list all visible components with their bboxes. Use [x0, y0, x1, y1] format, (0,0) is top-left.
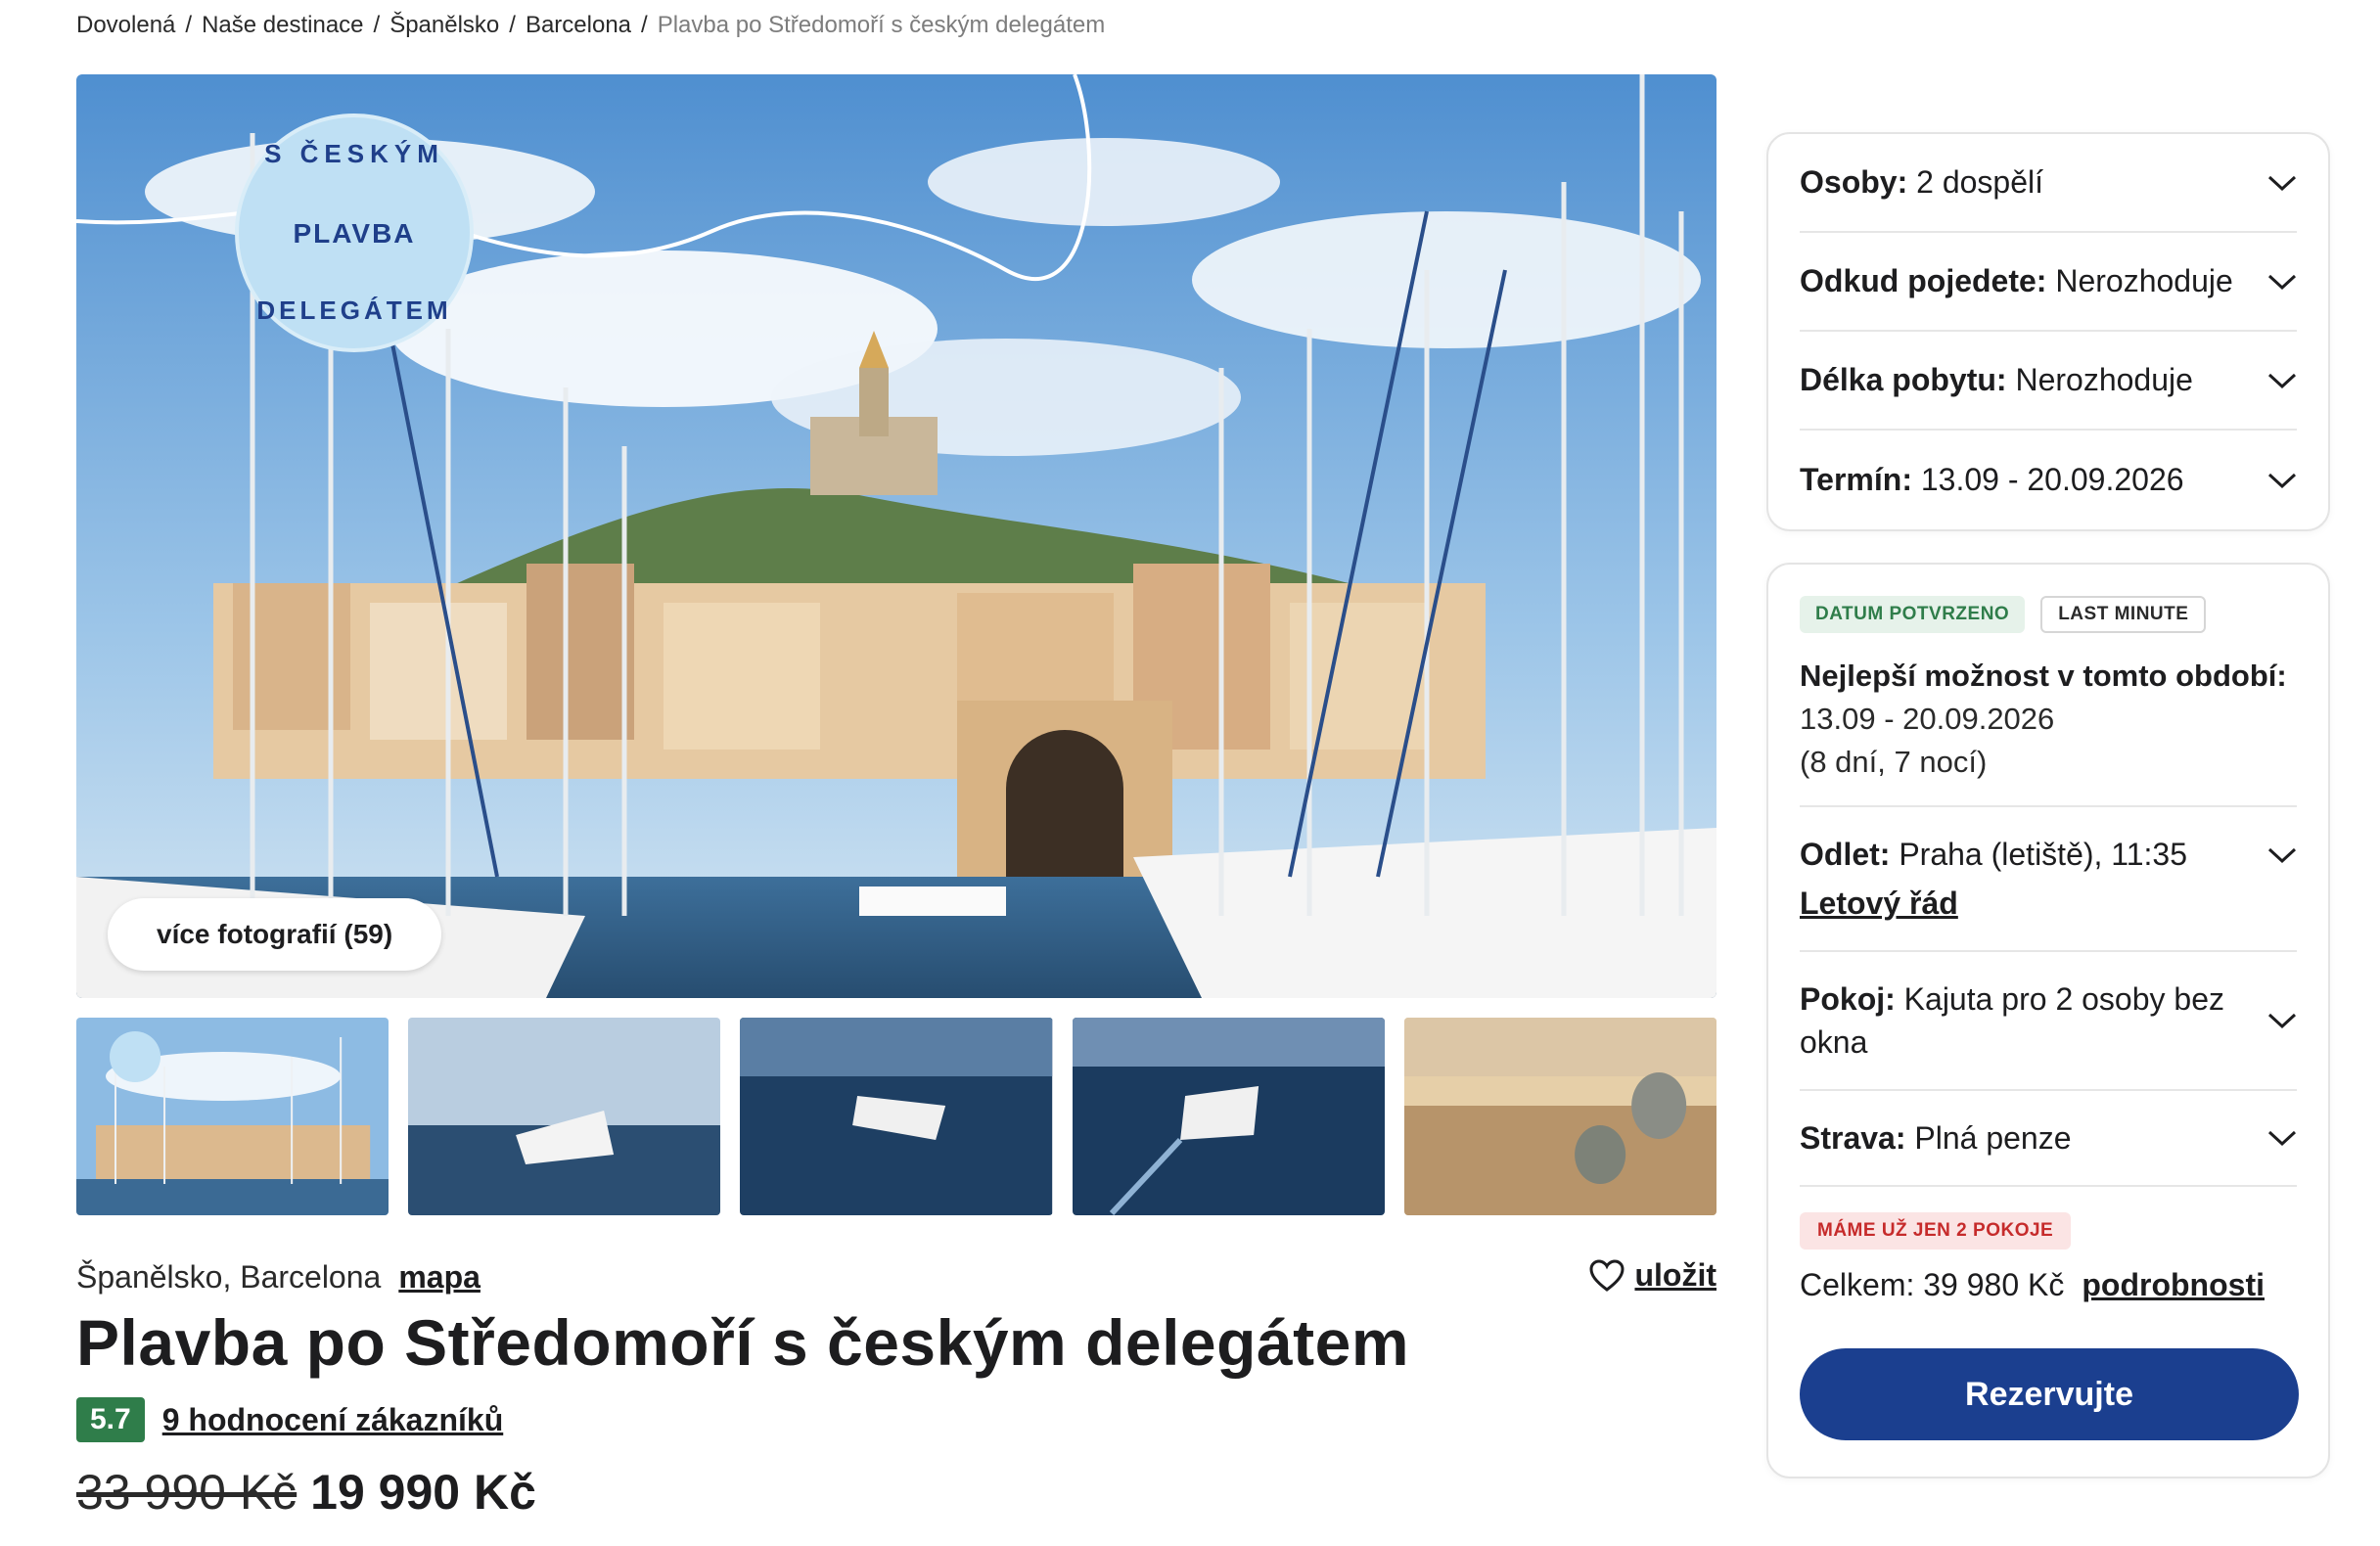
breadcrumb-separator: /	[509, 12, 516, 38]
location-text: Španělsko, Barcelona	[76, 1258, 382, 1295]
stay-length-select[interactable]: Délka pobytu: Nerozhoduje	[1800, 332, 2297, 431]
chevron-down-icon	[2267, 1013, 2297, 1029]
breadcrumb-item[interactable]: Naše destinace	[202, 12, 363, 39]
breadcrumb-separator: /	[641, 12, 648, 38]
date-select[interactable]: Termín: 13.09 - 20.09.2026	[1800, 431, 2297, 529]
chevron-down-icon	[2267, 274, 2297, 290]
price-details-link[interactable]: podrobnosti	[2082, 1267, 2265, 1303]
date-confirmed-tag: DATUM POTVRZENO	[1800, 596, 2026, 633]
persons-value: 2 dospělí	[1916, 164, 2043, 200]
reserve-button[interactable]: Rezervujte	[1800, 1348, 2299, 1440]
best-option-duration: (8 dní, 7 nocí)	[1800, 745, 1988, 779]
date-label: Termín:	[1800, 462, 1912, 497]
new-price: 19 990 Kč	[310, 1465, 536, 1520]
last-minute-tag: LAST MINUTE	[2040, 596, 2207, 633]
thumbnail[interactable]	[1072, 1018, 1385, 1215]
best-option-dates: 13.09 - 20.09.2026	[1800, 702, 2055, 736]
rating-badge: 5.7	[76, 1397, 145, 1442]
thumbnail[interactable]	[76, 1018, 389, 1215]
stay-length-label: Délka pobytu:	[1800, 362, 2007, 397]
meal-select[interactable]: Strava: Plná penze	[1800, 1091, 2297, 1187]
offer-card: DATUM POTVRZENO LAST MINUTE Nejlepší mož…	[1766, 563, 2330, 1478]
chevron-down-icon	[2267, 847, 2297, 864]
page-title: Plavba po Středomoří s českým delegátem	[76, 1306, 1410, 1379]
departure-city-label: Odkud pojedete:	[1800, 263, 2047, 298]
trip-options-card: Osoby: 2 dospělí Odkud pojedete: Nerozho…	[1766, 132, 2330, 531]
thumbnail[interactable]	[408, 1018, 721, 1215]
cruise-ship-thumbnail-image	[1072, 1018, 1385, 1215]
date-value: 13.09 - 20.09.2026	[1920, 462, 2184, 497]
cruise-ship-thumbnail-image	[740, 1018, 1053, 1215]
harbor-photo: S ČESKÝM PLAVBA DELEGÁTEM	[76, 74, 1716, 998]
heart-icon	[1589, 1258, 1625, 1292]
persons-select[interactable]: Osoby: 2 dospělí	[1800, 134, 2297, 233]
availability-warning: MÁME UŽ JEN 2 POKOJE	[1800, 1212, 2072, 1250]
stay-length-value: Nerozhoduje	[2015, 362, 2193, 397]
persons-label: Osoby:	[1800, 164, 1908, 200]
chevron-down-icon	[2267, 373, 2297, 388]
thumbnail-strip	[76, 1018, 1717, 1215]
flight-select[interactable]: Odlet: Praha (letiště), 11:35 Letový řád	[1800, 807, 2297, 952]
breadcrumb-item[interactable]: Dovolená	[76, 12, 175, 39]
breadcrumb: Dovolená / Naše destinace / Španělsko / …	[76, 12, 1105, 39]
chevron-down-icon	[2267, 1130, 2297, 1147]
breadcrumb-item[interactable]: Španělsko	[389, 12, 499, 39]
offer-tags: DATUM POTVRZENO LAST MINUTE	[1800, 596, 2297, 633]
meal-label: Strava:	[1800, 1120, 1906, 1156]
main-photo[interactable]: S ČESKÝM PLAVBA DELEGÁTEM	[76, 74, 1716, 998]
departure-city-value: Nerozhoduje	[2055, 263, 2233, 298]
reviews-link[interactable]: 9 hodnocení zákazníků	[162, 1402, 504, 1438]
save-button[interactable]: uložit	[1589, 1257, 1716, 1294]
breadcrumb-item[interactable]: Barcelona	[526, 12, 631, 39]
rome-thumbnail-image	[1403, 1018, 1717, 1215]
map-link[interactable]: mapa	[398, 1259, 481, 1296]
breadcrumb-separator: /	[185, 12, 193, 38]
badge-text-mid: PLAVBA	[293, 218, 415, 249]
room-select[interactable]: Pokoj: Kajuta pro 2 osoby bez okna	[1800, 952, 2297, 1091]
more-photos-button[interactable]: více fotografií (59)	[108, 898, 442, 971]
save-label: uložit	[1634, 1257, 1716, 1293]
meal-value: Plná penze	[1914, 1120, 2072, 1156]
badge-text-top: S ČESKÝM	[264, 139, 444, 168]
total-row: Celkem: 39 980 Kč podrobnosti	[1800, 1267, 2297, 1303]
departure-city-select[interactable]: Odkud pojedete: Nerozhoduje	[1800, 233, 2297, 332]
badge-text-bottom: DELEGÁTEM	[256, 296, 451, 325]
old-price: 33 990 Kč	[76, 1465, 298, 1520]
chevron-down-icon	[2267, 473, 2297, 488]
thumbnail[interactable]	[1403, 1018, 1717, 1215]
location-row: Španělsko, Barcelona mapa uložit	[76, 1257, 1716, 1296]
rating-row: 5.7 9 hodnocení zákazníků	[76, 1397, 503, 1442]
best-option-title: Nejlepší možnost v tomto období:	[1800, 659, 2287, 693]
price-row: 33 990 Kč 19 990 Kč	[76, 1464, 536, 1521]
chevron-down-icon	[2267, 175, 2297, 191]
harbor-thumbnail-image	[76, 1018, 389, 1215]
cruise-ship-thumbnail-image	[408, 1018, 721, 1215]
flight-value: Praha (letiště), 11:35	[1899, 837, 2187, 872]
room-label: Pokoj:	[1800, 981, 1896, 1017]
best-option-block: Nejlepší možnost v tomto období: 13.09 -…	[1800, 655, 2297, 807]
breadcrumb-current: Plavba po Středomoří s českým delegátem	[657, 12, 1106, 38]
flight-schedule-link[interactable]: Letový řád	[1800, 882, 2187, 925]
thumbnail[interactable]	[740, 1018, 1053, 1215]
total-price: Celkem: 39 980 Kč	[1800, 1267, 2065, 1302]
flight-label: Odlet:	[1800, 837, 1891, 872]
breadcrumb-separator: /	[373, 12, 381, 38]
